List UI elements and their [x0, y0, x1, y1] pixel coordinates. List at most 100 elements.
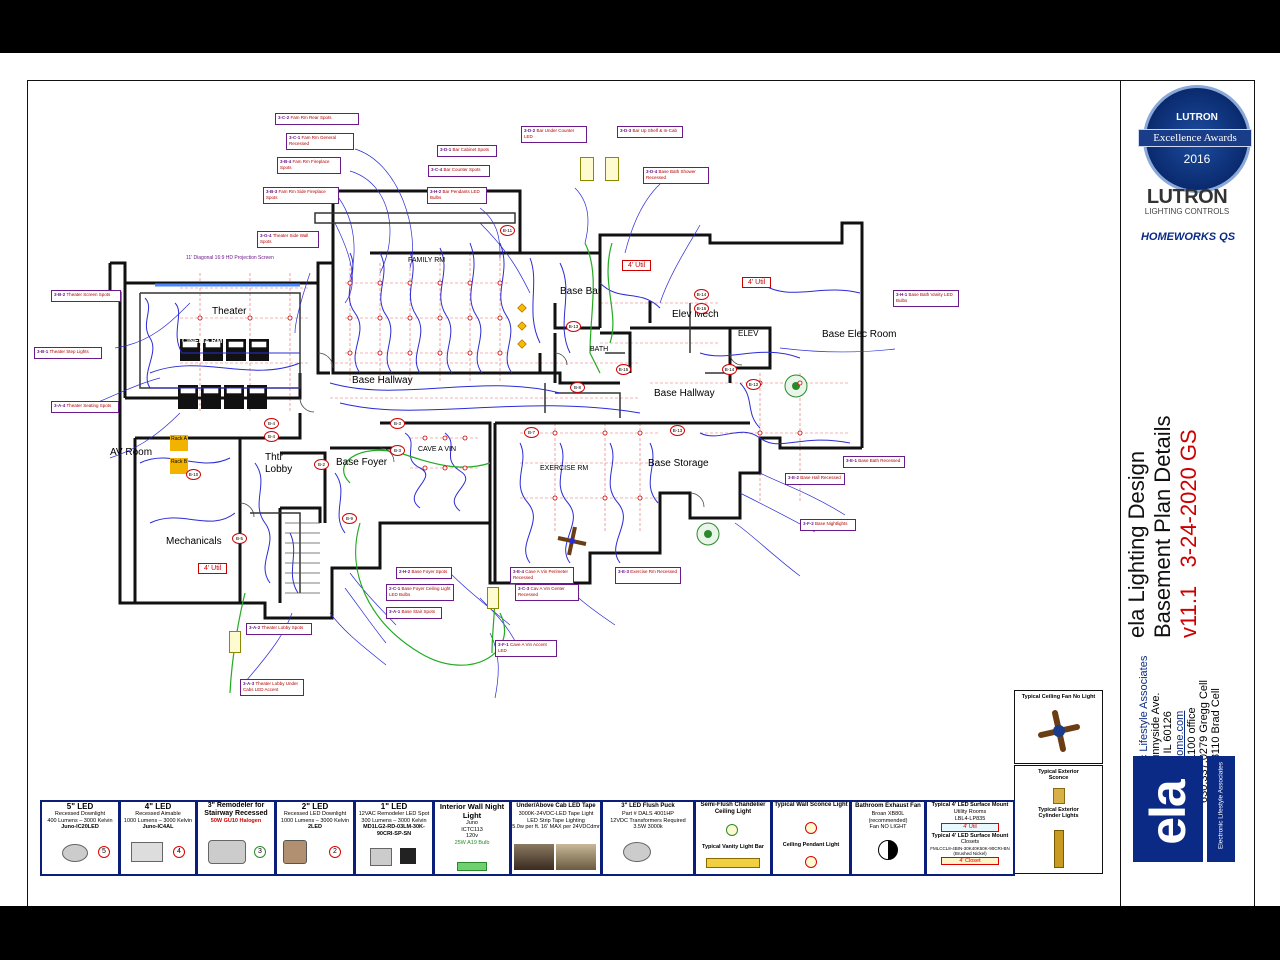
callout-id: 3-C-3: [518, 586, 530, 591]
legend-line: Fan NO LIGHT: [869, 824, 907, 830]
bar-pendants: [517, 303, 527, 349]
callout-text: Bar Cabinet Spots: [452, 147, 490, 152]
callout-id: 3-E-2: [788, 475, 800, 480]
fixture-can-icon: [131, 842, 163, 862]
lutron-logo-text: LUTRON: [1146, 186, 1228, 208]
legend-2in-led: 2" LED Recessed LED Downlight 1000 Lumen…: [275, 800, 355, 876]
util-label: 4' Util: [622, 260, 652, 271]
room-base-elec: Base Elec Room: [822, 329, 897, 340]
circuit-marker: B-8: [570, 382, 585, 393]
legend-title: 2" LED: [301, 802, 329, 811]
callout-text: Base Nightlights: [815, 521, 848, 526]
tape-photo-left: [514, 844, 554, 870]
callout-id: 3-D-4: [646, 169, 658, 174]
callout-3-d-1: 3-D-1 Bar Cabinet Spots: [437, 145, 497, 157]
callout-3-e-2: 3-E-2 Base Hall Recessed: [785, 473, 845, 485]
homeworks-logo: HOMEWORKS QS: [1140, 231, 1236, 243]
callout-3-c-1: 3-C-1 Fam Rm General Recessed: [286, 133, 354, 150]
legend-title: 3" LED Flush Puck: [621, 803, 675, 809]
exterior-legend-box: Typical Exterior Sconce Typical Exterior…: [1014, 765, 1103, 874]
keypad-icon: [580, 157, 594, 181]
keypad-icon: [605, 157, 619, 181]
legend-number: 2: [329, 846, 341, 858]
circuit-marker: B-4: [264, 418, 279, 429]
callout-3-b-2: 3-B-2 Theater Screen Spots: [51, 290, 121, 302]
callout-text: Theater Step Lights: [49, 349, 89, 354]
callout-text: Base Foyer Spots: [411, 569, 448, 574]
room-cinema-rm: CINEMA RM: [182, 338, 223, 345]
callout-2-c-1: 2-C-1 Base Foyer Ceiling Light LED Bulbs: [386, 584, 454, 601]
callout-id: 3-F-2: [803, 521, 814, 526]
legend-wall-sconce: Typical Wall Sconce Light Ceiling Pendan…: [771, 800, 851, 876]
callout-3-e-4: 3-E-4 Cave A Vin Perimeter Recessed: [510, 567, 574, 584]
legend-line: 25W A19 Bulb: [454, 839, 490, 846]
util-label: 4' Util: [742, 277, 772, 288]
tape-photo-right: [556, 844, 596, 870]
transformer-icon: [400, 848, 416, 864]
fixture-can-icon: [208, 840, 246, 864]
keypad-icon: [487, 587, 499, 609]
room-mechanicals: Mechanicals: [166, 536, 222, 547]
legend-title: 4" LED: [144, 802, 172, 811]
circuit-marker: B-16: [694, 303, 709, 314]
callout-text: Base Bath Recessed: [858, 458, 901, 463]
floor-plan: [95, 148, 896, 699]
legend-line: 2LED: [307, 824, 323, 830]
circuit-marker: B-7: [524, 427, 539, 438]
lighting-grid: [180, 253, 850, 533]
circuit-marker: B-13: [670, 425, 685, 436]
puck-icon: [623, 842, 651, 862]
exterior-cylinder-label: Typical Exterior Cylinder Lights: [1038, 807, 1079, 819]
legend-line: Recessed LED Downlight: [283, 811, 347, 817]
sconce-icon: [1053, 788, 1065, 804]
callout-text: Fam Rm Rear Spots: [290, 115, 332, 120]
room-bath: BATH: [590, 346, 609, 353]
legend-exhaust-fan: Bathroom Exhaust Fan Broan XB80L (recomm…: [850, 800, 926, 876]
cylinder-icon: [1054, 830, 1064, 868]
legend-line: 50W GU10 Halogen: [210, 818, 262, 824]
callout-text: Theater Lobby Spots: [261, 625, 304, 630]
circuit-marker: B-9: [342, 513, 357, 524]
callout-text: Base Stair Spots: [401, 609, 436, 614]
rack-a: Rack A: [170, 435, 188, 451]
callout-id: 3-C-1: [289, 135, 301, 140]
callout-3-e-1: 3-E-1 Base Bath Recessed: [843, 456, 905, 468]
callout-text: Base Hall Recessed: [800, 475, 841, 480]
award-year: 2016: [1183, 152, 1211, 166]
legend-number: 3: [254, 846, 266, 858]
callout-id: 3-B-4: [280, 159, 292, 164]
legend-3in-remodeler: 3" Remodeler for Stairway Recessed 50W G…: [196, 800, 276, 876]
vanity-bar-icon: [706, 858, 760, 868]
fixture-can-icon: [370, 848, 392, 866]
callout-3-a-3: 3-A-3 Theater Lobby Under Cabs LED Accen…: [240, 679, 304, 696]
callout-3-c-3: 3-C-3 Cav A Vin Center Recessed: [515, 584, 579, 601]
room-base-hallway-left: Base Hallway: [352, 375, 413, 386]
drawing-sheet: Rack A Rack B Theater CINEMA RM FAMILY R…: [0, 53, 1280, 906]
callout-3-b-3: 3-B-3 Fam Rm Side Fireplace Spots: [263, 187, 339, 204]
circuit-marker: B-13: [566, 321, 581, 332]
exterior-sconce-label: Typical Exterior Sconce: [1038, 769, 1079, 781]
ela-logo-block: ela: [1133, 756, 1203, 862]
legend-line: Broan XB80L (recommended): [868, 811, 908, 824]
room-base-bar: Base Bar: [560, 286, 602, 297]
room-base-hallway-right: Base Hallway: [654, 388, 715, 399]
legend-1in-led: 1" LED 12VAC Remodeler LED Spot 300 Lume…: [354, 800, 434, 876]
callout-3-h-1: 3-H-1 Base Bath Vanity LED Bulbs: [893, 290, 959, 307]
room-base-storage: Base Storage: [648, 458, 709, 469]
legend-line: 5.0w per ft. 16' MAX per 24VDCdmr: [512, 824, 600, 830]
callout-id: 3-B-2: [54, 292, 66, 297]
legend-5in-led: 5" LED Recessed Downlight 400 Lumens – 3…: [40, 800, 120, 876]
legend-line: 3000K-24VDC-LED Tape Light: [518, 811, 594, 817]
callout-text: Exercise Rm Recessed: [630, 569, 678, 574]
circuit-marker: B-4: [264, 431, 279, 442]
callout-id: 3-D-3: [620, 128, 632, 133]
rack-b: Rack B: [170, 458, 188, 474]
callout-id: 3-F-1: [498, 642, 509, 647]
exhaust-fan-icon: [878, 840, 898, 860]
legend-title: 1" LED: [380, 802, 408, 811]
legend-line: 12VAC Remodeler LED Spot: [358, 811, 430, 817]
callout-id: 3-C-4: [431, 167, 443, 172]
callout-text: Theater Screen Spots: [66, 292, 111, 297]
keypad-icon: [229, 631, 241, 653]
callout-3-c-2: 3-C-2 Fam Rm Rear Spots: [275, 113, 359, 125]
